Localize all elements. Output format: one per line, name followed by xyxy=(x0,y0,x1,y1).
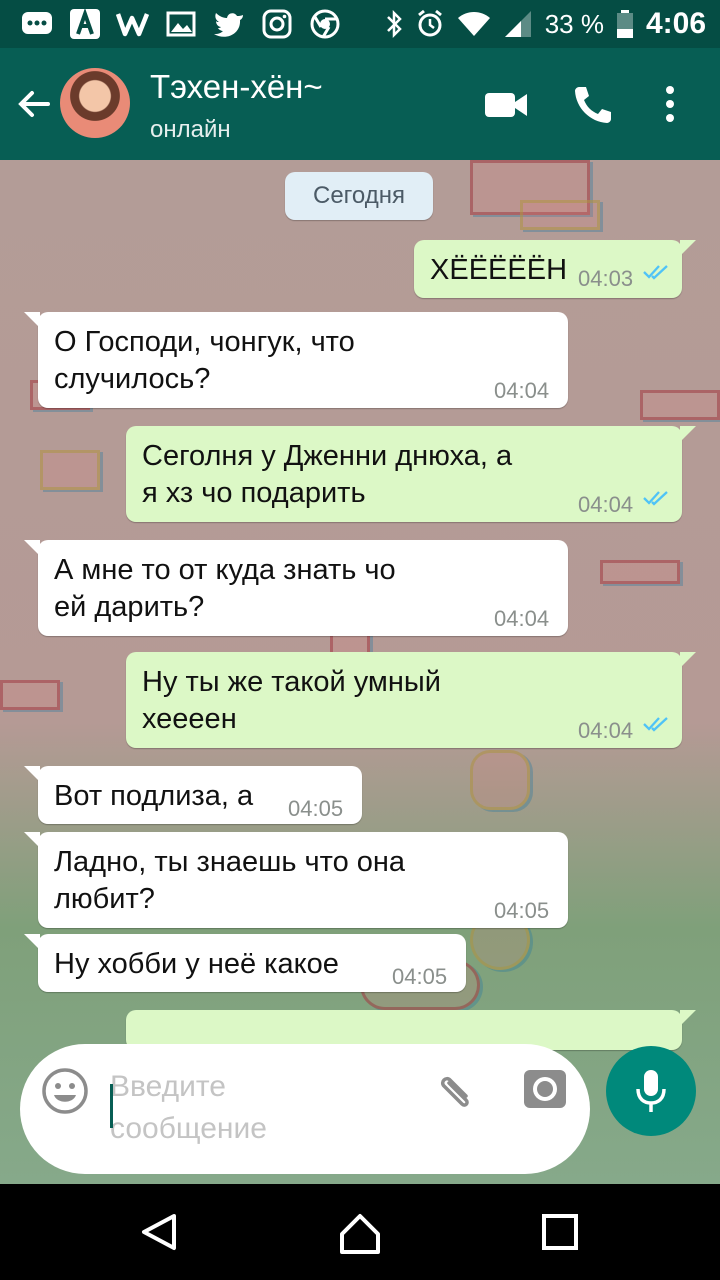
battery-percent: 33 % xyxy=(544,8,604,39)
system-indicators: 33 % 4:06 xyxy=(385,6,706,42)
text-caret xyxy=(110,1084,113,1128)
back-arrow-icon[interactable] xyxy=(14,84,54,124)
alarm-icon xyxy=(417,9,442,37)
contact-name[interactable]: Тэхен-хён~ xyxy=(150,68,323,106)
nav-back-icon[interactable] xyxy=(136,1208,184,1256)
image-icon xyxy=(164,8,198,40)
message-text: О Господи, чонгук, что случилось? xyxy=(54,326,355,395)
read-ticks-icon xyxy=(643,491,668,506)
message-time: 04:04 xyxy=(494,378,550,403)
message-text: Ну ты же такой умный хеееен xyxy=(142,666,441,735)
video-call-icon[interactable] xyxy=(484,84,528,124)
outgoing-message[interactable]: Ну ты же такой умный хеееен 04:04 xyxy=(126,652,696,748)
wallpaper-decoration xyxy=(520,200,600,230)
wallpaper-decoration xyxy=(0,680,60,710)
read-ticks-icon xyxy=(643,717,668,732)
chat-header: Тэхен-хён~ онлайн xyxy=(0,48,720,160)
navigation-bar xyxy=(0,1184,720,1280)
incoming-message[interactable]: Ладно, ты знаешь что она любит? 04:05 xyxy=(24,832,568,928)
bluetooth-icon xyxy=(386,9,402,39)
wallpaper-decoration xyxy=(600,560,680,584)
contact-status: онлайн xyxy=(150,116,231,143)
message-input[interactable]: Введите сообщение xyxy=(110,1066,410,1150)
incoming-message[interactable]: А мне то от куда знать чо ей дарить? 04:… xyxy=(24,540,568,636)
emoji-icon[interactable] xyxy=(40,1066,90,1116)
camera-icon[interactable] xyxy=(520,1064,570,1114)
mic-icon xyxy=(636,1070,666,1112)
message-text: ХЁЁЁЁЁН xyxy=(430,254,568,286)
app-w-icon xyxy=(116,8,150,40)
wallpaper-decoration xyxy=(40,450,100,490)
wallpaper-decoration xyxy=(640,390,720,420)
battery-icon xyxy=(616,10,633,38)
notification-icons xyxy=(20,6,342,42)
message-time: 04:03 xyxy=(578,266,634,291)
phone-icon[interactable] xyxy=(570,84,614,124)
nav-recents-icon[interactable] xyxy=(536,1208,584,1256)
signal-icon xyxy=(504,11,531,37)
nav-home-icon[interactable] xyxy=(336,1208,384,1256)
status-bar: 33 % 4:06 xyxy=(0,0,720,48)
instagram-icon xyxy=(260,8,294,40)
incoming-message[interactable]: Вот подлиза, а 04:05 xyxy=(24,766,362,824)
message-time: 04:04 xyxy=(578,718,634,743)
chat-area[interactable]: Сегодня ХЁЁЁЁЁН 04:03 О Господи, чонгук,… xyxy=(0,160,720,1184)
message-composer: Введите сообщение xyxy=(20,1044,590,1174)
clock: 4:06 xyxy=(645,7,706,40)
date-chip: Сегодня xyxy=(285,172,433,220)
message-time: 04:05 xyxy=(494,898,550,923)
incoming-message[interactable]: Ну хобби у неё какое 04:05 xyxy=(24,934,466,992)
chat-notification-icon xyxy=(20,8,54,40)
message-time: 04:04 xyxy=(494,606,550,631)
read-ticks-icon xyxy=(643,265,668,280)
message-text: Вот подлиза, а xyxy=(54,780,254,812)
message-text: Сеголня у Дженни днюха, а я хз чо подари… xyxy=(142,440,513,509)
attach-icon[interactable] xyxy=(430,1066,480,1116)
wifi-icon xyxy=(457,12,490,36)
message-text: Ладно, ты знаешь что она любит? xyxy=(54,846,406,915)
message-time: 04:05 xyxy=(288,796,344,821)
app-a-icon xyxy=(68,8,102,40)
wallpaper-decoration xyxy=(470,750,530,810)
mic-button[interactable] xyxy=(606,1046,696,1136)
message-time: 04:04 xyxy=(578,492,634,517)
outgoing-message[interactable]: ХЁЁЁЁЁН 04:03 xyxy=(414,240,696,298)
avatar[interactable] xyxy=(60,68,130,138)
message-text: Ну хобби у неё какое xyxy=(54,948,339,980)
more-vert-icon[interactable] xyxy=(648,84,692,124)
message-time: 04:05 xyxy=(392,964,448,989)
chrome-icon xyxy=(308,8,342,40)
incoming-message[interactable]: О Господи, чонгук, что случилось? 04:04 xyxy=(24,312,568,408)
twitter-icon xyxy=(212,8,246,40)
message-text: А мне то от куда знать чо ей дарить? xyxy=(54,554,396,623)
outgoing-message[interactable]: Сеголня у Дженни днюха, а я хз чо подари… xyxy=(126,426,696,522)
